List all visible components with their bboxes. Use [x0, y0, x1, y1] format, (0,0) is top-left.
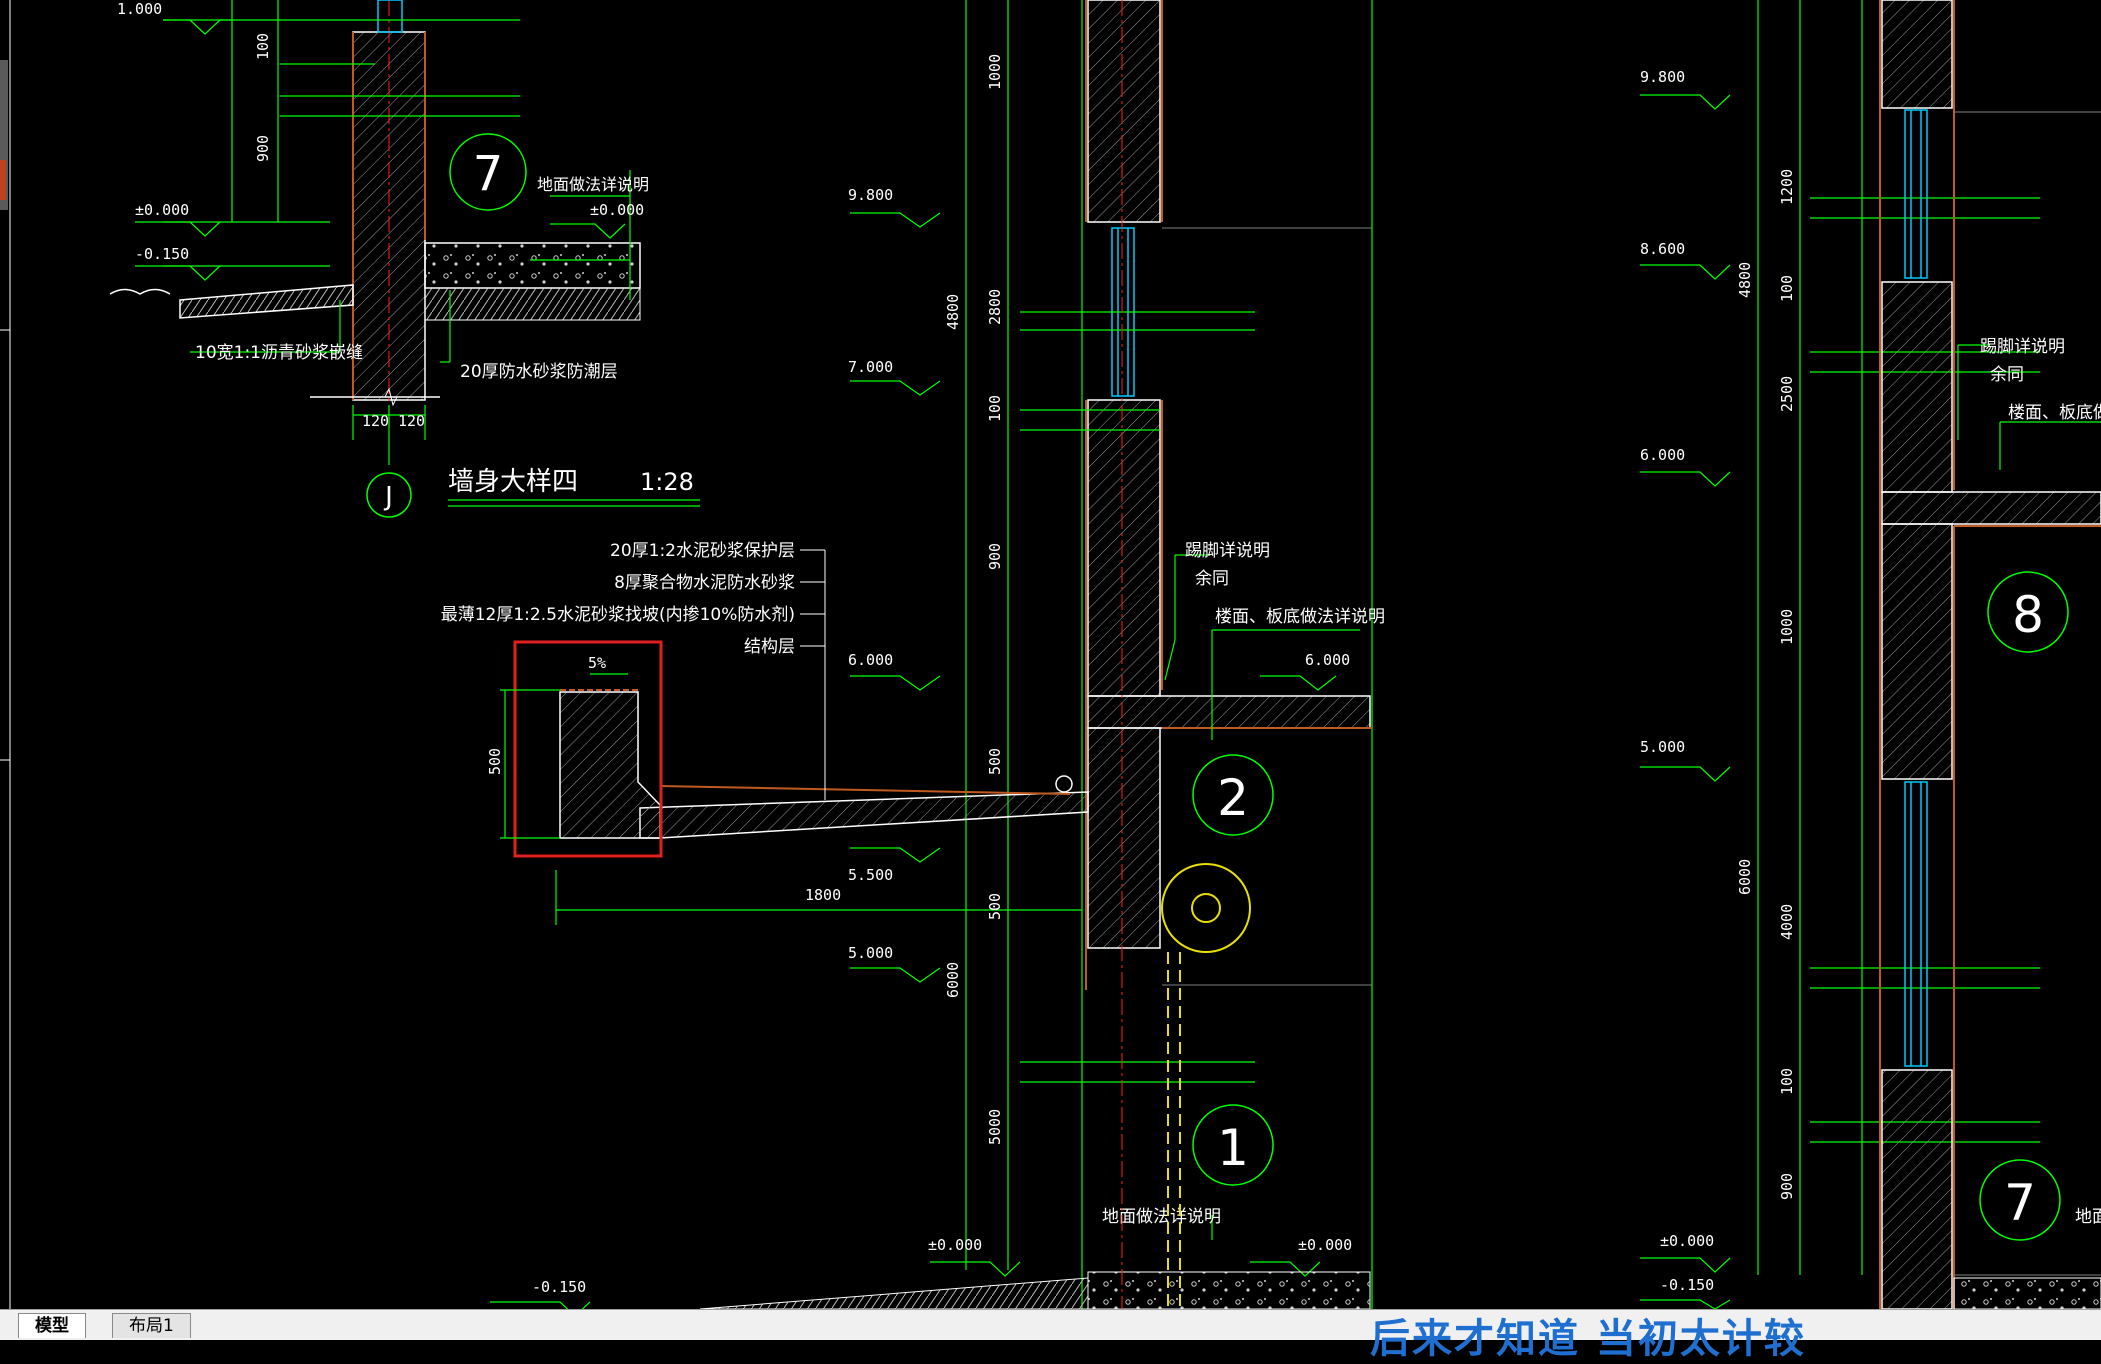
c-elev-0000: ±0.000 — [928, 1236, 982, 1254]
r-dim-100a: 100 — [1778, 275, 1796, 302]
parapet-height-label: 500 — [486, 748, 504, 775]
r-dim-1200: 1200 — [1778, 169, 1796, 205]
watermark-text: 后来才知道 当初太计较 — [1370, 1316, 1806, 1362]
circle-7-label: 7 — [473, 146, 504, 202]
layer-2: 8厚聚合物水泥防水砂浆 — [614, 573, 795, 593]
slope-label: 5% — [588, 654, 606, 672]
dim-120-right: 120 — [398, 412, 425, 430]
right-detail: 9.800 8.600 6.000 5.000 ±0.000 -0.150 12… — [1640, 0, 2101, 1309]
r-dim-4000: 4000 — [1778, 904, 1796, 940]
r-elev-8600: 8.600 — [1640, 240, 1685, 258]
axis-j-label: J — [383, 482, 393, 512]
c-note-ground: 地面做法详说明 — [1102, 1207, 1221, 1227]
cad-drawing-canvas[interactable]: 1.000 ±0.000 -0.150 100 900 7 地面做法详说明 ±0… — [0, 0, 2101, 1309]
dim-120-left: 120 — [362, 412, 389, 430]
r-dim-6000: 6000 — [1736, 859, 1754, 895]
r-dim-1000: 1000 — [1778, 609, 1796, 645]
elev-minus0150-label: -0.150 — [135, 245, 189, 263]
r-elev-5000: 5.000 — [1640, 738, 1685, 756]
c-dim-5000: 5000 — [986, 1109, 1004, 1145]
c-dim-6000: 6000 — [944, 962, 962, 998]
c-note-same: 余同 — [1195, 569, 1229, 589]
height-900-label: 900 — [254, 135, 272, 162]
layer-4: 结构层 — [744, 637, 795, 657]
c-dim-900: 900 — [986, 543, 1004, 570]
c-dim-500a: 500 — [986, 748, 1004, 775]
c-elev-minus0150: -0.150 — [532, 1278, 586, 1296]
r-dim-100b: 100 — [1778, 1068, 1796, 1095]
left-frame-strip — [0, 0, 11, 1309]
elev-1000-label: 1.000 — [117, 0, 162, 18]
r-note-same: 余同 — [1990, 365, 2024, 385]
c-elev-5500: 5.500 — [848, 866, 893, 884]
height-100-label: 100 — [254, 33, 272, 60]
r-note-skirting: 踢脚详说明 — [1980, 337, 2065, 357]
circle-7b-label: 7 — [2004, 1174, 2036, 1232]
tab-model[interactable]: 模型 — [18, 1313, 86, 1338]
circle-1-label: 1 — [1217, 1119, 1249, 1177]
circle-2-label: 2 — [1217, 769, 1249, 827]
detail-title: 墙身大样四 — [448, 467, 578, 497]
floor-elev-label: ±0.000 — [590, 201, 644, 219]
detail-scale: 1:28 — [640, 468, 694, 496]
c-dim-4800: 4800 — [944, 294, 962, 330]
r-elev-6000: 6.000 — [1640, 446, 1685, 464]
r-dim-900: 900 — [1778, 1173, 1796, 1200]
c-dim-2800: 2800 — [986, 289, 1004, 325]
c-right-elev-0000: ±0.000 — [1298, 1236, 1352, 1254]
c-elev-7000: 7.000 — [848, 358, 893, 376]
r-note-floor-ceiling: 楼面、板底做法详说 — [2008, 403, 2101, 423]
c-dim-500b: 500 — [986, 893, 1004, 920]
r-elev-9800: 9.800 — [1640, 68, 1685, 86]
circle-8-label: 8 — [2012, 586, 2044, 644]
c-note-skirting: 踢脚详说明 — [1185, 541, 1270, 561]
r-dim-4800: 4800 — [1736, 262, 1754, 298]
c-right-elev-6000: 6.000 — [1305, 651, 1350, 669]
floor-note: 地面做法详说明 — [537, 175, 649, 194]
elev-0000-label: ±0.000 — [135, 201, 189, 219]
tab-layout1[interactable]: 布局1 — [112, 1313, 191, 1338]
layer-3: 最薄12厚1:2.5水泥砂浆找坡(内掺10%防水剂) — [441, 605, 795, 625]
r-note-ground: 地面 — [2075, 1207, 2101, 1227]
c-dim-100: 100 — [986, 395, 1004, 422]
c-elev-9800: 9.800 — [848, 186, 893, 204]
r-elev-minus0150: -0.150 — [1660, 1276, 1714, 1294]
c-note-floor-ceiling: 楼面、板底做法详说明 — [1215, 607, 1385, 627]
note-damp-proof: 20厚防水砂浆防潮层 — [460, 362, 618, 382]
note-joint: 10宽1:1沥青砂浆嵌缝 — [195, 343, 363, 363]
r-dim-2500: 2500 — [1778, 376, 1796, 412]
detail-j: 1.000 ±0.000 -0.150 100 900 7 地面做法详说明 ±0… — [109, 0, 700, 518]
layer-1: 20厚1:2水泥砂浆保护层 — [610, 541, 795, 561]
r-elev-0000: ±0.000 — [1660, 1232, 1714, 1250]
c-elev-5000: 5.000 — [848, 944, 893, 962]
c-dim-1000: 1000 — [986, 54, 1004, 90]
c-elev-6000: 6.000 — [848, 651, 893, 669]
overhang-length-label: 1800 — [805, 886, 841, 904]
